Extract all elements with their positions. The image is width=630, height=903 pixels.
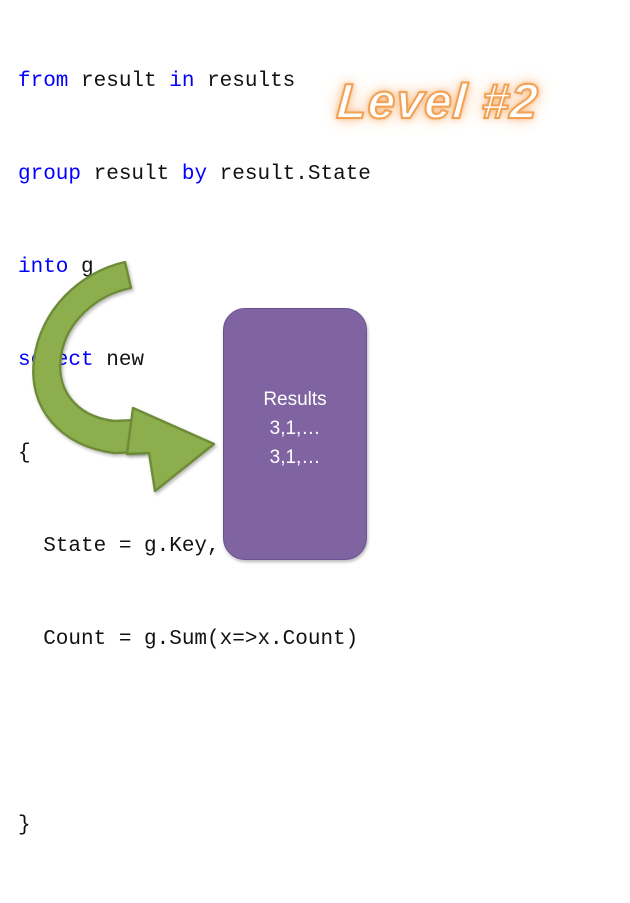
results-box-text: Results 3,1,… 3,1,… (263, 385, 326, 472)
results-box: Results 3,1,… 3,1,… (223, 308, 367, 560)
code-text: result (68, 70, 170, 93)
code-line: from result in results (18, 66, 371, 97)
code-line: Count = g.Sum(x=>x.Count) (18, 624, 371, 655)
code-text: } (18, 814, 31, 837)
curved-arrow-icon (32, 260, 216, 493)
code-text: results (194, 70, 296, 93)
code-line: group result by result.State (18, 159, 371, 190)
arrow-head (125, 406, 216, 493)
code-text: Count = g.Sum(x=>x.Count) (18, 628, 359, 651)
results-row: 3,1,… (269, 418, 321, 439)
code-line (18, 717, 371, 748)
code-keyword: group (18, 163, 82, 186)
arrow-shaft (32, 260, 146, 455)
results-row: 3,1,… (269, 447, 321, 468)
code-text: result.State (207, 163, 371, 186)
level-badge: Level #2 (334, 74, 541, 130)
code-keyword: by (181, 163, 208, 186)
results-title: Results (263, 389, 327, 410)
code-text: result (81, 163, 182, 186)
code-keyword: from (18, 70, 69, 93)
slide-canvas: from result in results group result by r… (0, 0, 630, 837)
code-keyword: in (169, 70, 195, 93)
code-line: } (18, 810, 371, 841)
code-text: State = g.Key, (18, 535, 220, 558)
